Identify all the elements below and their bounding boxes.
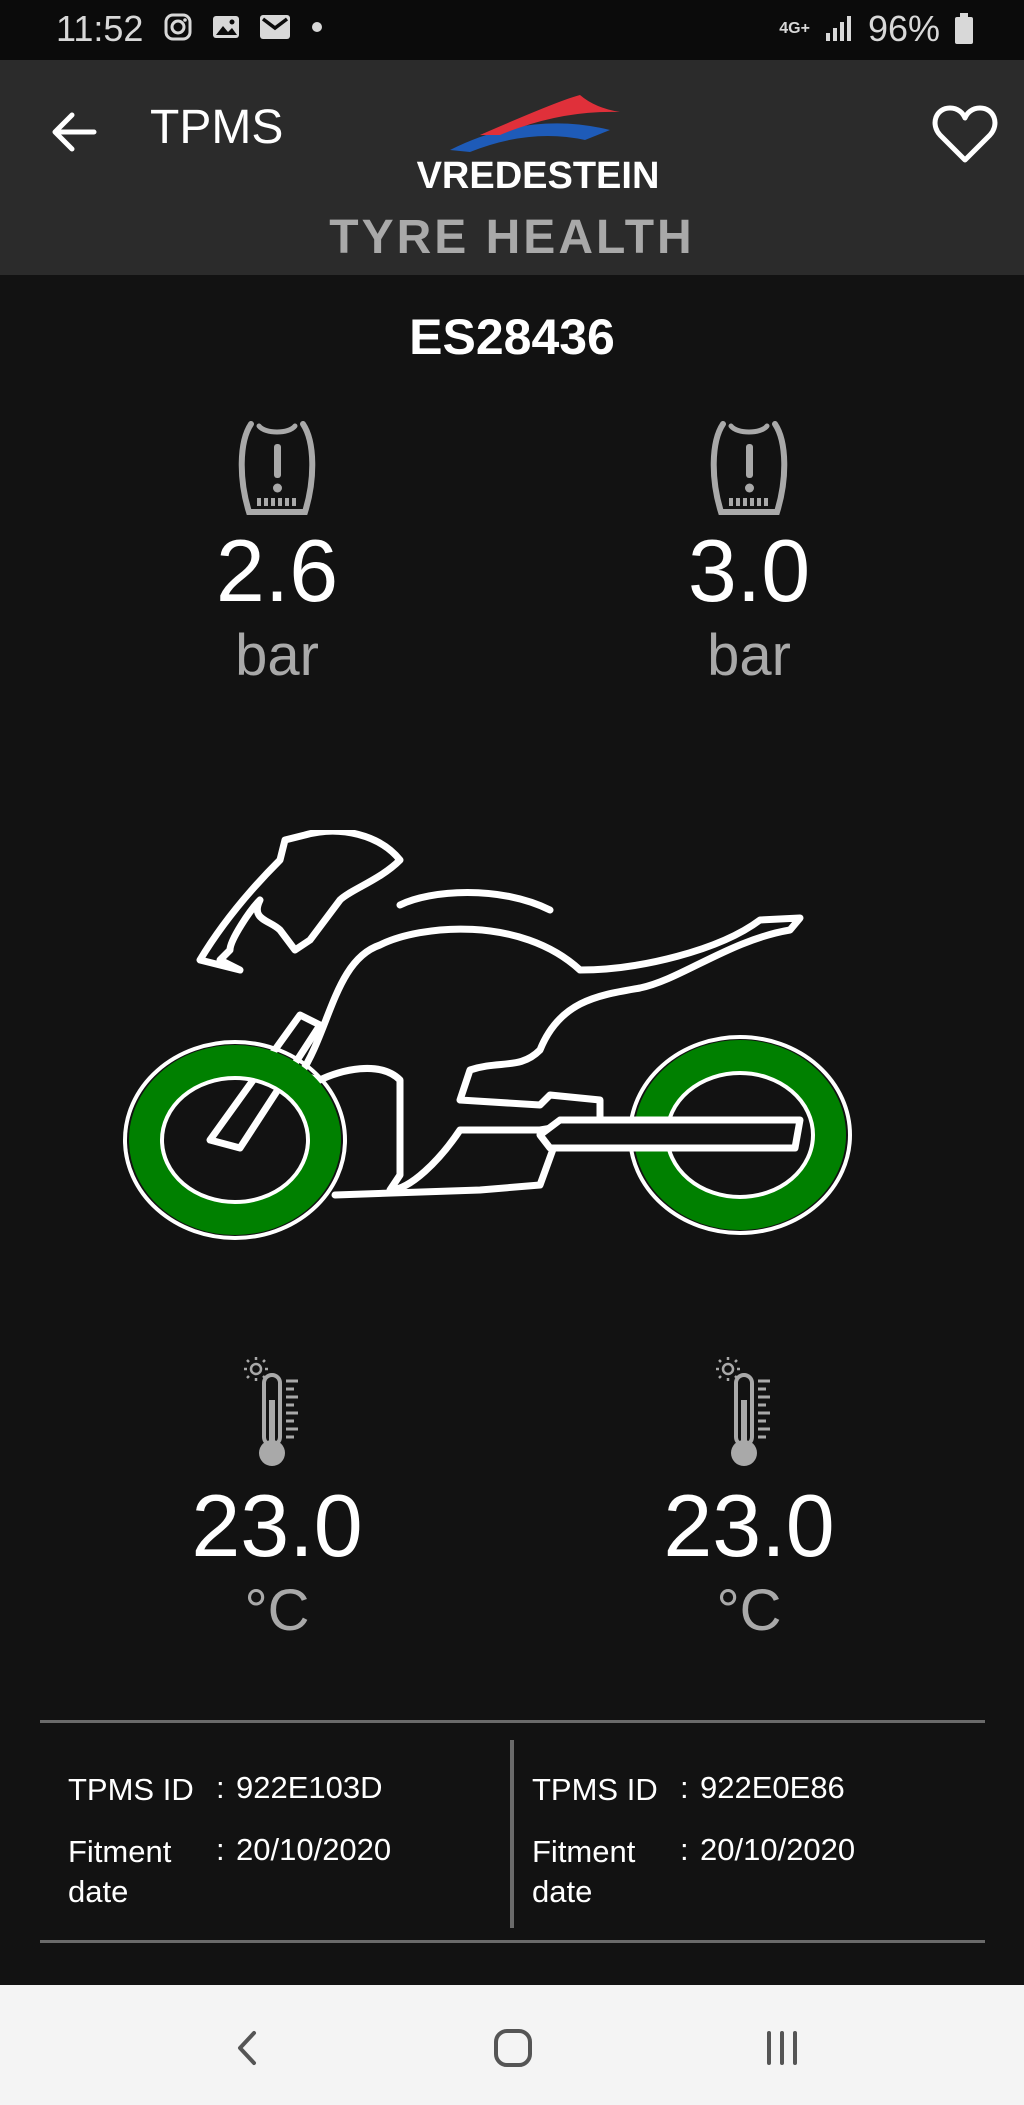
gmail-icon	[260, 15, 290, 39]
fitment-label-date: date	[532, 1874, 593, 1909]
nav-home-icon[interactable]	[478, 2013, 548, 2083]
fitment-label: Fitment	[532, 1834, 636, 1869]
motorcycle-illustration	[123, 830, 852, 1240]
page-title: TPMS	[150, 101, 284, 154]
signal-icon	[825, 16, 851, 41]
info-bottom-divider	[40, 1940, 985, 1943]
status-time: 11:52	[56, 8, 144, 49]
front-tpms-id-value: 922E103D	[236, 1770, 383, 1805]
bike-swingarm	[536, 1116, 804, 1152]
system-navigation-bar	[0, 1985, 1024, 2105]
rear-temperature-panel: 23.0 °C	[599, 1355, 899, 1644]
notification-icons	[163, 12, 325, 42]
front-fitment-date-value: 20/10/2020	[236, 1832, 392, 1867]
front-temperature-unit: °C	[244, 1578, 310, 1643]
thermometer-icon	[716, 1357, 770, 1466]
app-toolbar: TPMS VREDESTEIN TYRE HEALTH	[0, 60, 1024, 275]
back-arrow-icon[interactable]	[44, 102, 104, 162]
brand-name: VREDESTEIN	[417, 155, 660, 197]
nav-recents-icon[interactable]	[747, 2013, 817, 2083]
rear-temperature-value: 23.0	[663, 1476, 835, 1575]
front-wheel	[123, 1040, 347, 1240]
tpms-id-label: TPMS ID	[68, 1772, 194, 1807]
rear-temperature-unit: °C	[716, 1578, 782, 1643]
fitment-label: Fitment	[68, 1834, 172, 1869]
nav-back-icon[interactable]	[212, 2013, 282, 2083]
fitment-label-date: date	[68, 1874, 129, 1909]
info-column-divider	[510, 1740, 514, 1928]
tyre-pressure-warning-icon	[238, 421, 316, 515]
info-top-divider	[40, 1720, 985, 1723]
thermometer-icon	[244, 1357, 298, 1466]
rear-tpms-id-value: 922E0E86	[700, 1770, 845, 1805]
section-title: TYRE HEALTH	[329, 211, 695, 264]
gallery-icon	[213, 16, 239, 38]
rear-pressure-panel: 3.0 bar	[599, 420, 899, 689]
bike-seat	[396, 889, 554, 914]
rear-pressure-unit: bar	[707, 623, 791, 688]
front-pressure-unit: bar	[235, 623, 319, 688]
front-temperature-panel: 23.0 °C	[127, 1355, 427, 1644]
instagram-icon	[164, 13, 192, 41]
favorite-heart-icon[interactable]	[930, 100, 1000, 170]
battery-percentage: 96%	[867, 8, 940, 49]
battery-icon	[955, 13, 973, 44]
system-status: 4G+ 96%	[779, 8, 974, 50]
tyre-pressure-warning-icon	[710, 421, 788, 515]
network-type: 4G+	[779, 20, 810, 37]
bike-frame-lower	[331, 1126, 564, 1199]
vehicle-id: ES28436	[409, 309, 615, 365]
dot-icon	[312, 22, 322, 32]
status-bar: 11:52 4G+ 96%	[0, 0, 1024, 60]
front-pressure-value: 2.6	[215, 521, 339, 620]
front-pressure-panel: 2.6 bar	[127, 420, 427, 689]
rear-pressure-value: 3.0	[687, 521, 811, 620]
brand-logo: VREDESTEIN	[417, 95, 660, 197]
front-temperature-value: 23.0	[191, 1476, 363, 1575]
tpms-id-label: TPMS ID	[532, 1772, 658, 1807]
rear-fitment-date-value: 20/10/2020	[700, 1832, 856, 1867]
